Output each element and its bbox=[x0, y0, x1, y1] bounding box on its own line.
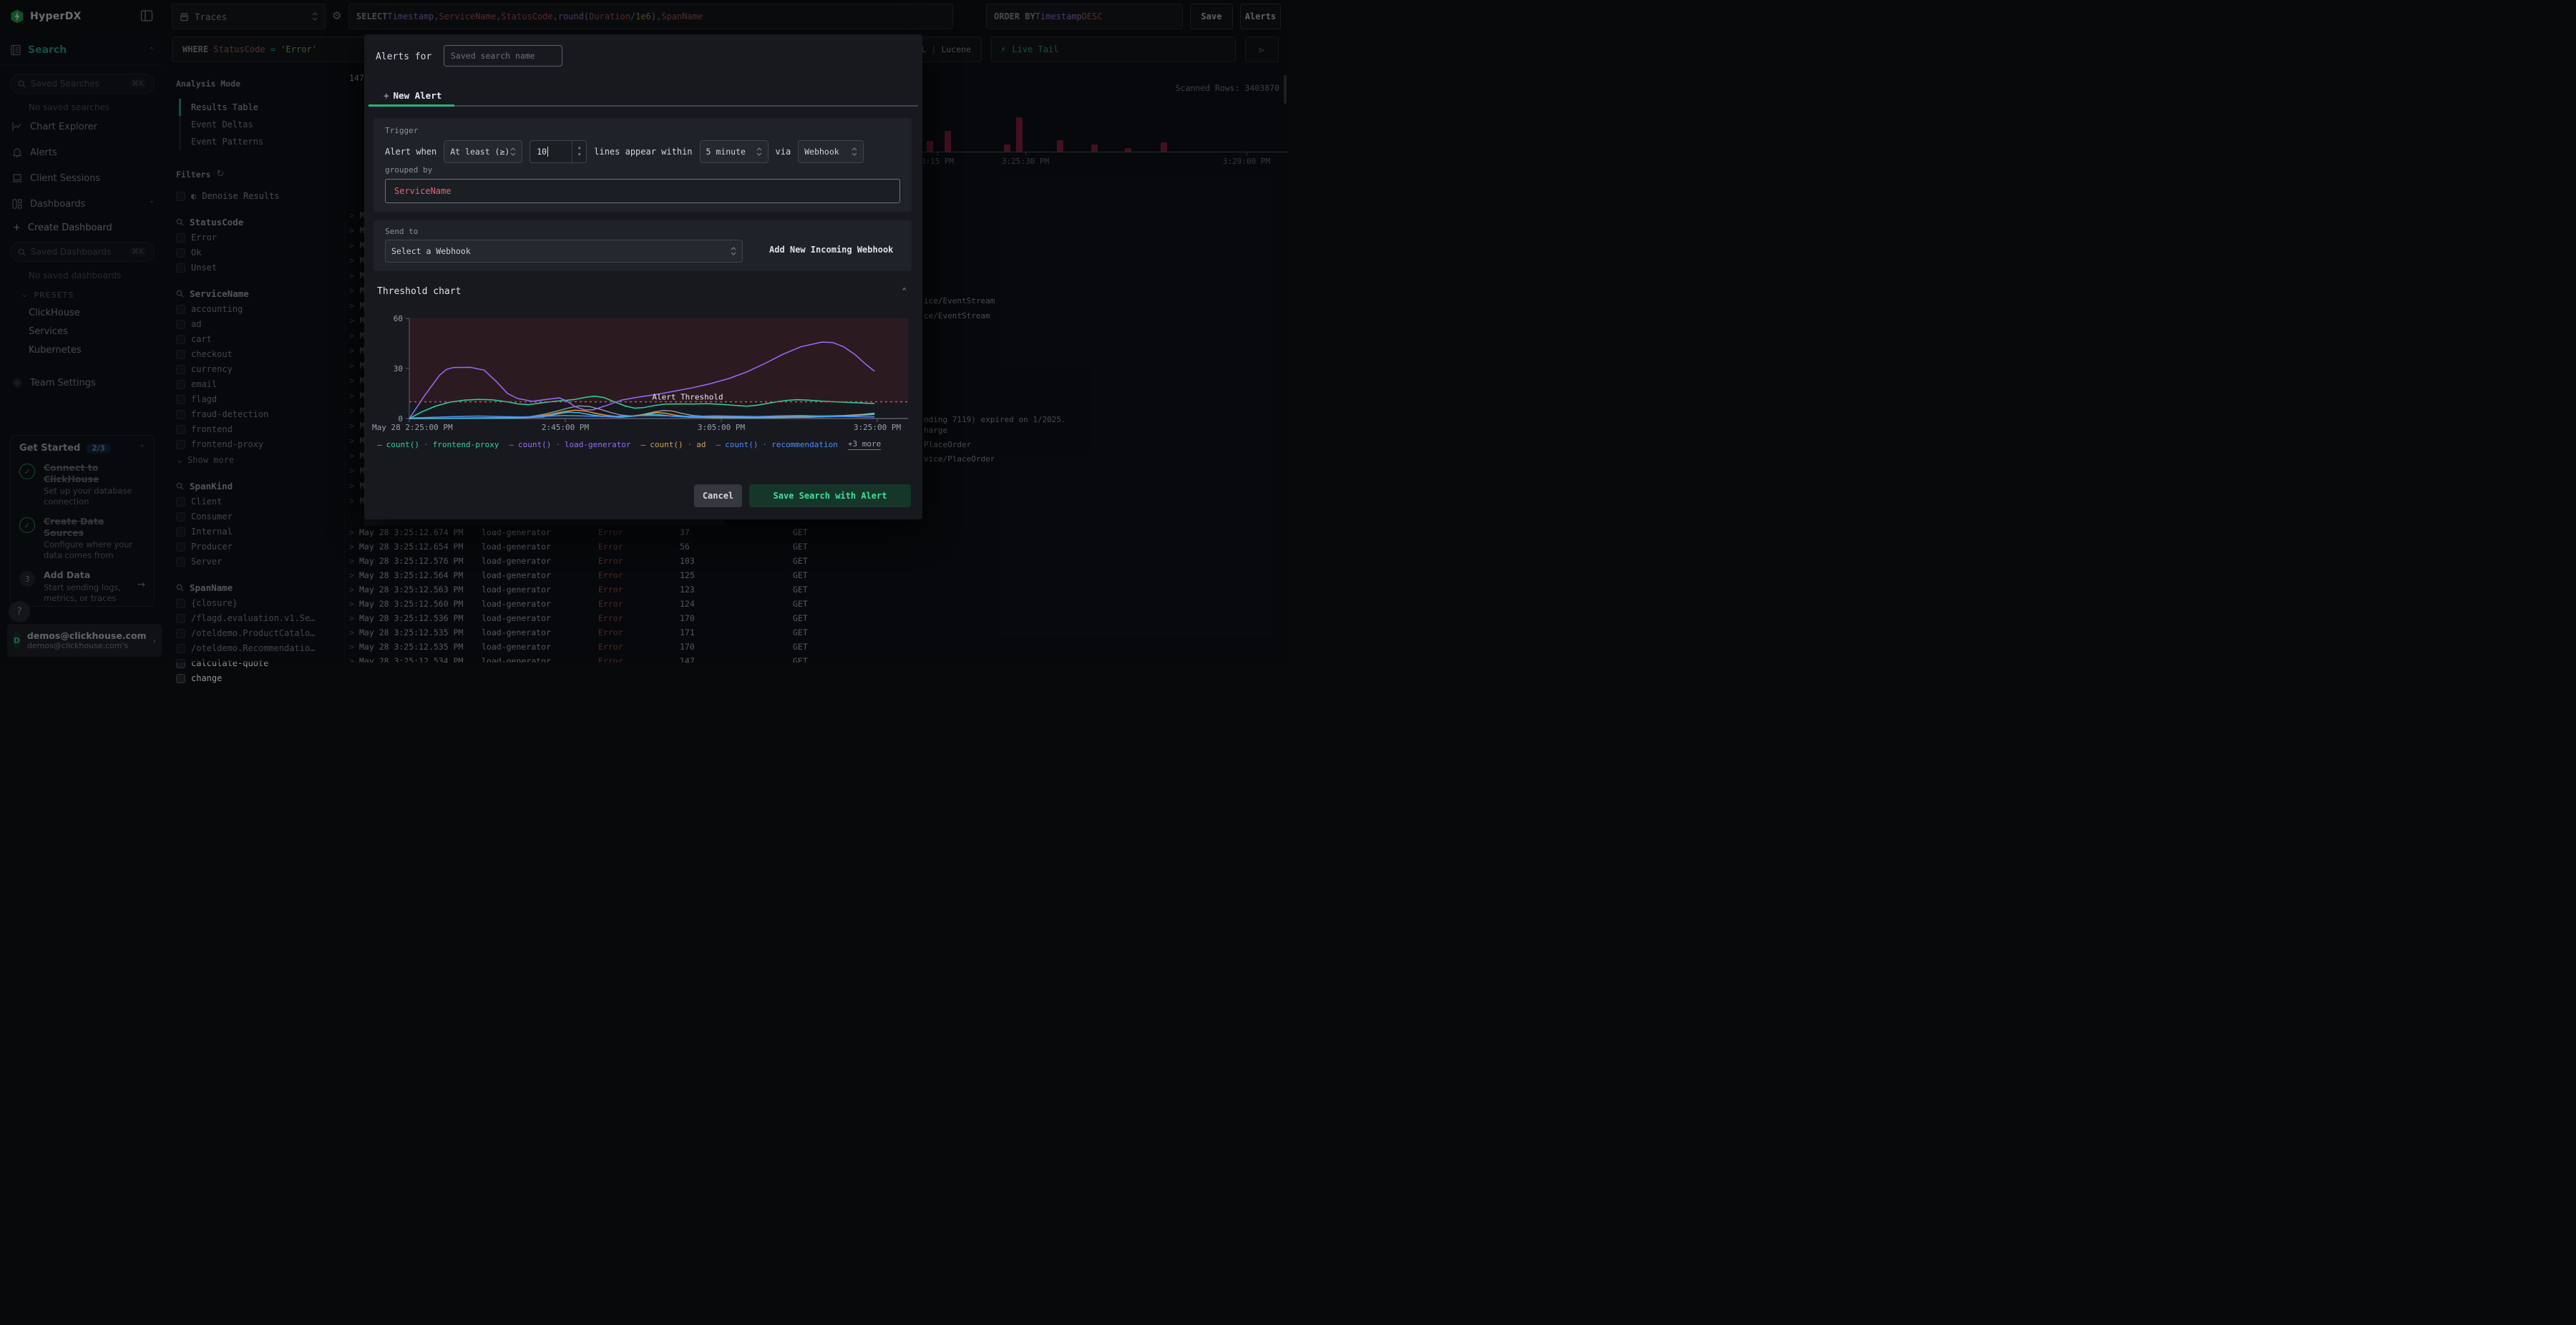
lines-within-label: lines appear within bbox=[594, 147, 693, 157]
legend-series-name: ad bbox=[696, 440, 706, 449]
alert-threshold-label: Alert Threshold bbox=[652, 393, 723, 402]
legend-dash-icon: — bbox=[716, 440, 721, 449]
legend-item-load-generator[interactable]: — count() · load-generator bbox=[509, 440, 630, 449]
trigger-section: Trigger Alert when At least (≥) 10 ▲ ▼ li… bbox=[374, 118, 912, 212]
saved-search-name-placeholder: Saved search name bbox=[451, 51, 535, 61]
chevron-updown-icon bbox=[731, 247, 736, 255]
saved-search-name-input[interactable]: Saved search name bbox=[444, 45, 562, 67]
channel-select[interactable]: Webhook bbox=[798, 140, 864, 163]
condition-select[interactable]: At least (≥) bbox=[444, 140, 523, 163]
grouped-by-input[interactable]: ServiceName bbox=[385, 179, 900, 203]
legend-item-frontend-proxy[interactable]: — count() · frontend-proxy bbox=[377, 440, 499, 449]
alert-when-label: Alert when bbox=[385, 147, 437, 157]
alerts-for-label: Alerts for bbox=[376, 52, 432, 62]
legend-dash-icon: — bbox=[509, 440, 514, 449]
chevron-up-icon[interactable]: ⌃ bbox=[902, 286, 907, 295]
create-alert-modal: Alerts for Saved search name + New Alert … bbox=[364, 34, 922, 519]
x-axis-label: 2:45:00 PM bbox=[542, 423, 590, 432]
active-tab-indicator bbox=[369, 104, 454, 107]
legend-separator: · bbox=[423, 440, 429, 449]
legend-metric: count() bbox=[650, 440, 683, 449]
legend-metric: count() bbox=[725, 440, 758, 449]
condition-value: At least (≥) bbox=[450, 147, 510, 157]
hyperdx-app: HyperDX Traces ⚙ SELECT Timestamp,Servic… bbox=[0, 0, 1288, 683]
chart-legend: — count() · frontend-proxy — count() · load-gen… bbox=[377, 439, 912, 450]
legend-metric: count() bbox=[517, 440, 552, 449]
legend-separator: · bbox=[687, 440, 693, 449]
x-axis-label: 3:25:00 PM bbox=[854, 423, 902, 432]
channel-value: Webhook bbox=[804, 147, 839, 157]
cancel-button[interactable]: Cancel bbox=[694, 484, 742, 507]
threshold-chart: 0 30 60 May 28 2:25:00 PM 2:45:00 PM 3:05:00 … bbox=[364, 313, 922, 439]
legend-dash-icon: — bbox=[377, 440, 382, 449]
new-alert-tab-label: New Alert bbox=[393, 90, 442, 101]
legend-metric: count() bbox=[386, 440, 419, 449]
via-label: via bbox=[775, 147, 791, 157]
send-to-label: Send to bbox=[385, 227, 419, 236]
chevron-updown-icon bbox=[510, 147, 516, 156]
filter-value-label: change bbox=[191, 673, 223, 683]
legend-series-name: recommendation bbox=[771, 440, 838, 449]
send-to-section: Send to Select a Webhook Add New Incomin… bbox=[374, 220, 912, 271]
grouped-by-label: grouped by bbox=[385, 165, 433, 175]
tab-new-alert[interactable]: + New Alert bbox=[384, 90, 441, 101]
legend-item-recommendation[interactable]: — count() · recommendation bbox=[716, 440, 838, 449]
threshold-value-input[interactable]: 10 ▲ ▼ bbox=[530, 140, 587, 163]
legend-more-button[interactable]: +3 more bbox=[847, 439, 882, 450]
grouped-by-value: ServiceName bbox=[394, 186, 452, 196]
y-axis-label: 60 bbox=[394, 314, 403, 323]
x-axis-label: May 28 2:25:00 PM bbox=[372, 423, 453, 432]
legend-separator: · bbox=[555, 440, 560, 449]
text-caret bbox=[547, 147, 549, 157]
trigger-label: Trigger bbox=[385, 126, 419, 135]
legend-series-name: frontend-proxy bbox=[432, 440, 499, 449]
legend-separator: · bbox=[762, 440, 768, 449]
chevron-updown-icon bbox=[852, 147, 857, 156]
add-webhook-button[interactable]: Add New Incoming Webhook bbox=[769, 245, 893, 255]
legend-series-name: load-generator bbox=[564, 440, 631, 449]
legend-dash-icon: — bbox=[640, 440, 646, 449]
threshold-value: 10 bbox=[537, 147, 547, 157]
y-axis-label: 30 bbox=[394, 364, 403, 373]
above-threshold-region bbox=[409, 318, 908, 402]
checkbox[interactable] bbox=[176, 673, 185, 683]
tab-divider bbox=[454, 105, 918, 107]
interval-value: 5 minute bbox=[706, 147, 746, 157]
interval-select[interactable]: 5 minute bbox=[699, 140, 769, 163]
chevron-updown-icon bbox=[756, 147, 761, 156]
threshold-chart-title: Threshold chart bbox=[377, 286, 462, 297]
save-search-with-alert-button[interactable]: Save Search with Alert bbox=[749, 484, 911, 507]
filter-checkbox-change[interactable]: change bbox=[176, 673, 344, 683]
webhook-select[interactable]: Select a Webhook bbox=[385, 240, 743, 263]
legend-item-ad[interactable]: — count() · ad bbox=[641, 440, 706, 449]
plus-icon: + bbox=[384, 90, 389, 101]
number-stepper[interactable]: ▲ ▼ bbox=[572, 141, 586, 162]
webhook-select-value: Select a Webhook bbox=[391, 246, 471, 256]
x-axis-label: 3:05:00 PM bbox=[698, 423, 746, 432]
